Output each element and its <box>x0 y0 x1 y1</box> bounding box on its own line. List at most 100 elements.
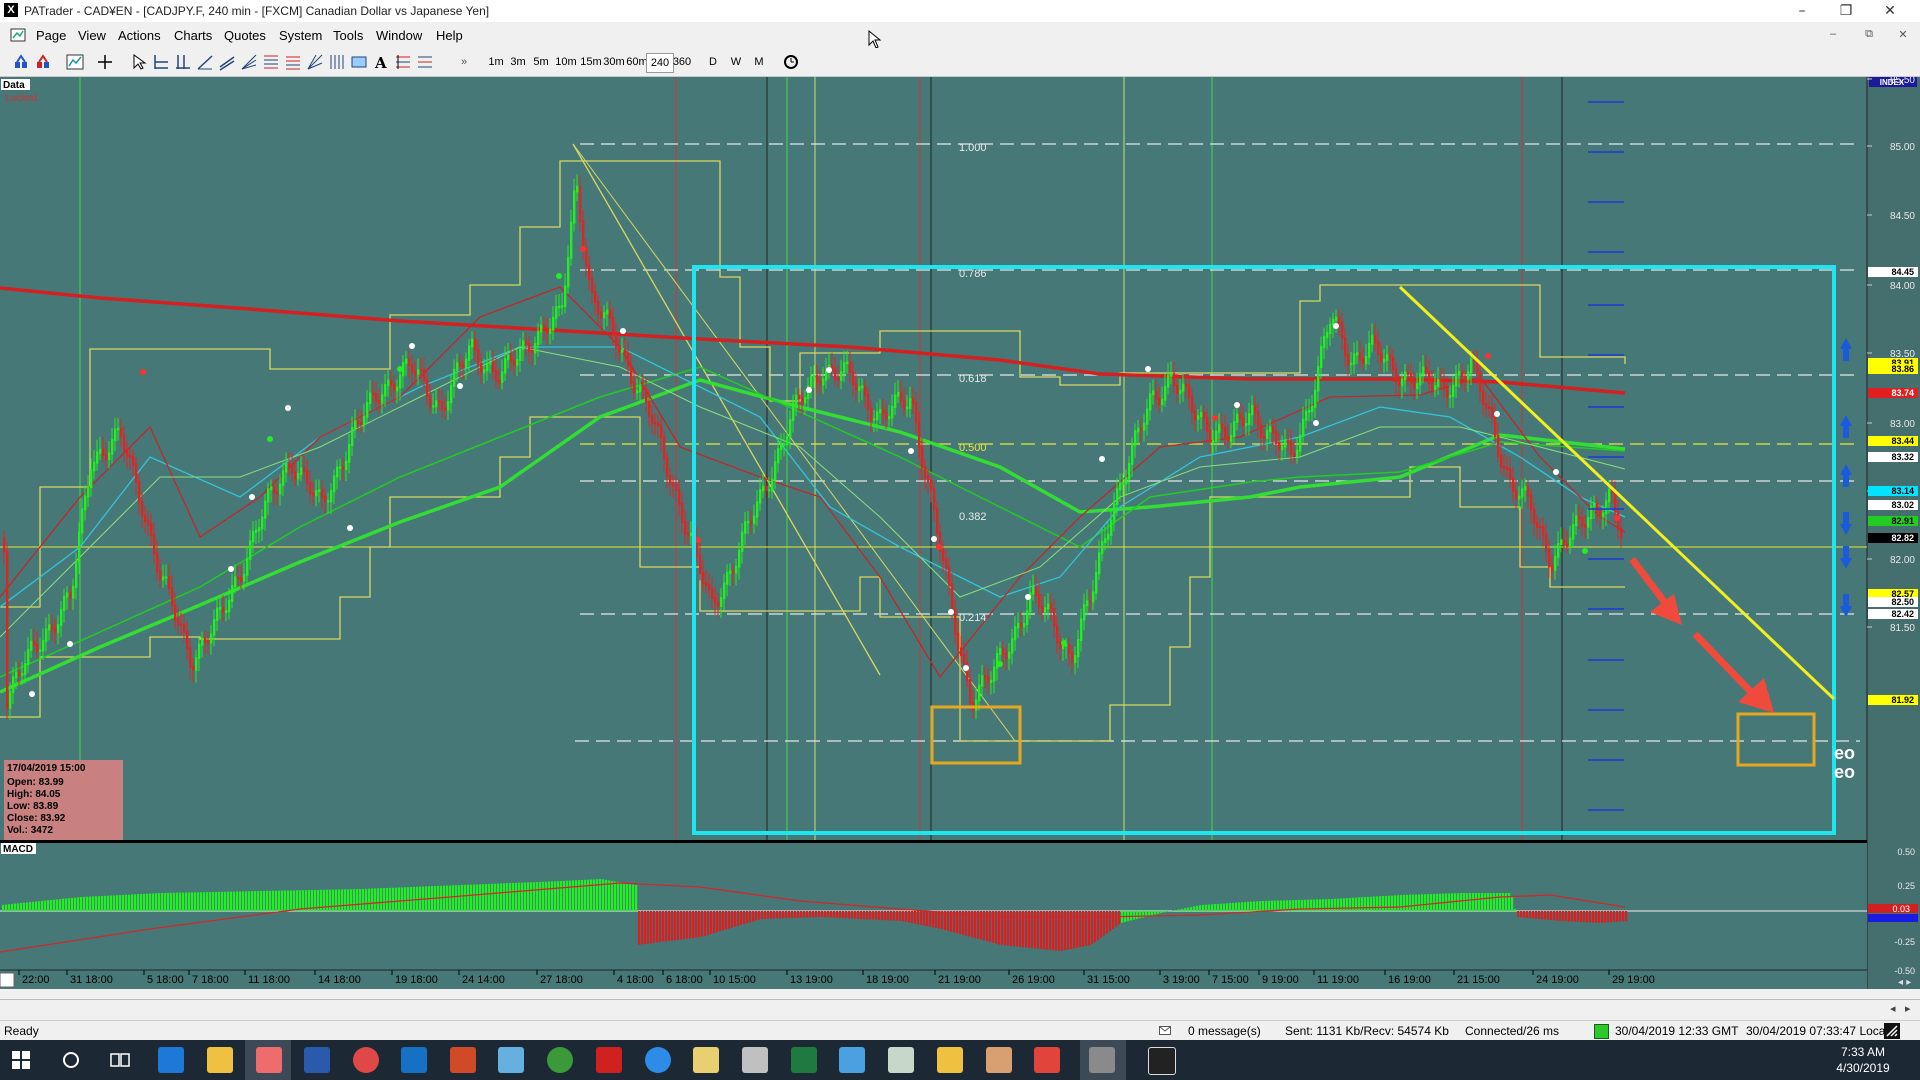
task-view-icon[interactable] <box>110 1051 130 1069</box>
timeframe-10m[interactable]: 10m <box>553 53 579 71</box>
macd-tick-label: 0.50 <box>1897 847 1915 857</box>
screenshot-icon[interactable] <box>888 1047 914 1073</box>
word-icon[interactable] <box>304 1047 330 1073</box>
file-explorer-icon[interactable] <box>207 1047 233 1073</box>
channel-tool-icon[interactable] <box>218 53 236 71</box>
folder-search-icon[interactable] <box>937 1047 963 1073</box>
ic-app-icon[interactable] <box>1148 1047 1176 1075</box>
chrome-icon[interactable] <box>353 1047 379 1073</box>
tabs-scroll-left-icon[interactable]: ◂ <box>1890 1002 1896 1015</box>
sticky-notes-icon[interactable] <box>693 1047 719 1073</box>
time-axis-label: 5 18:00 <box>147 974 184 986</box>
restore-button[interactable]: ❐ <box>1826 2 1866 20</box>
menu-window[interactable]: Window <box>376 28 422 43</box>
menu-quotes[interactable]: Quotes <box>224 28 266 43</box>
timeframe-5m[interactable]: 5m <box>530 53 552 71</box>
menu-actions[interactable]: Actions <box>118 28 161 43</box>
timeframe-1m[interactable]: 1m <box>486 53 506 71</box>
toolbar-more-button[interactable]: » <box>458 53 470 71</box>
price-chart[interactable]: 1.000 0.786 0.618 0.500 0.382 0.214 eo e… <box>0 77 1920 989</box>
crosshair-icon[interactable] <box>96 53 114 71</box>
time-axis-label: 6 18:00 <box>666 974 703 986</box>
data-label[interactable]: Data <box>3 80 25 91</box>
chart-menu-icon[interactable] <box>10 27 26 43</box>
resize-grip-icon[interactable] <box>1884 1023 1900 1039</box>
mail-icon[interactable] <box>1159 1026 1171 1035</box>
time-axis-label: 7 18:00 <box>192 974 229 986</box>
window-app-icon[interactable] <box>1089 1047 1115 1073</box>
time-axis-label: 16 19:00 <box>1388 974 1431 986</box>
menu-charts[interactable]: Charts <box>174 28 212 43</box>
cycle-lines-icon[interactable] <box>328 53 346 71</box>
outlook-icon[interactable] <box>401 1047 427 1073</box>
excel-icon[interactable] <box>791 1047 817 1073</box>
fibonacci-tool-icon[interactable] <box>262 53 280 71</box>
mdi-minimize-button[interactable]: – <box>1822 28 1844 42</box>
timeframe-360[interactable]: 360 <box>669 53 695 71</box>
windows-start-icon[interactable] <box>12 1051 30 1069</box>
status-traffic: Sent: 1131 Kb/Recv: 54574 Kb <box>1285 1024 1449 1038</box>
link-blue-icon[interactable] <box>12 53 30 71</box>
fan-tool-icon[interactable] <box>240 53 258 71</box>
menu-tools[interactable]: Tools <box>333 28 363 43</box>
gann-tool-icon[interactable] <box>306 53 324 71</box>
period-daily[interactable]: D <box>706 53 720 71</box>
time-axis-label: 13 19:00 <box>790 974 833 986</box>
speed-lines-icon[interactable] <box>416 53 434 71</box>
calculator-icon[interactable] <box>742 1047 768 1073</box>
price-tag-label: 82.91 <box>1891 516 1914 526</box>
fib-extension-icon[interactable] <box>284 53 302 71</box>
menu-help[interactable]: Help <box>436 28 463 43</box>
mdi-restore-button[interactable]: ⧉ <box>1858 28 1880 42</box>
trendline-tool-icon[interactable] <box>196 53 214 71</box>
period-monthly[interactable]: M <box>752 53 766 71</box>
vertical-line-tool-icon[interactable] <box>174 53 192 71</box>
menu-view[interactable]: View <box>78 28 106 43</box>
macd-tick-label: 0.25 <box>1897 881 1915 891</box>
time-axis-label: 21 19:00 <box>938 974 981 986</box>
scroll-arrows-icon[interactable]: ◂ ▸ <box>1898 977 1911 988</box>
text-tool-icon[interactable]: A <box>372 53 390 71</box>
clock-date: 4/30/2019 <box>1836 1061 1890 1075</box>
rectangle-tool-icon[interactable] <box>350 53 368 71</box>
price-tag-label: 83.74 <box>1891 388 1914 398</box>
trading-app-icon[interactable] <box>547 1047 573 1073</box>
period-weekly[interactable]: W <box>729 53 743 71</box>
paint-icon[interactable] <box>986 1047 1012 1073</box>
close-button[interactable]: ✕ <box>1870 2 1910 20</box>
red-app-icon[interactable] <box>596 1047 622 1073</box>
tabs-scroll-right-icon[interactable]: ▸ <box>1905 1002 1911 1015</box>
link-red-icon[interactable] <box>34 53 52 71</box>
clock-time: 7:33 AM <box>1840 1045 1886 1059</box>
connection-status-icon <box>1594 1024 1609 1039</box>
status-ready: Ready <box>4 1024 39 1038</box>
status-gmt: 30/04/2019 12:33 GMT <box>1615 1024 1739 1038</box>
mdi-close-button[interactable]: ✕ <box>1892 28 1914 42</box>
menu-page[interactable]: Page <box>36 28 66 43</box>
time-axis-label: 27 18:00 <box>540 974 583 986</box>
menu-system[interactable]: System <box>279 28 322 43</box>
horizontal-line-tool-icon[interactable] <box>152 53 170 71</box>
pointer-icon[interactable] <box>130 53 148 71</box>
system-clock[interactable]: 7:33 AM 4/30/2019 <box>1818 1044 1908 1076</box>
snagit-icon[interactable] <box>1034 1047 1060 1073</box>
status-messages[interactable]: 0 message(s) <box>1188 1024 1261 1038</box>
notepad-icon[interactable] <box>498 1047 524 1073</box>
search-icon[interactable] <box>62 1051 80 1069</box>
timeframe-3m[interactable]: 3m <box>508 53 528 71</box>
info-vol: Vol.: 3472 <box>7 825 53 836</box>
andrews-fork-icon[interactable] <box>394 53 412 71</box>
zoom-icon[interactable] <box>645 1047 671 1073</box>
monitor-icon[interactable] <box>839 1047 865 1073</box>
new-chart-icon[interactable] <box>66 53 84 71</box>
time-axis-corner[interactable] <box>0 972 15 988</box>
patrader-app-icon[interactable] <box>256 1047 282 1073</box>
price-tick-label: 81.50 <box>1890 623 1915 634</box>
clock-icon[interactable] <box>782 53 800 71</box>
powerpoint-icon[interactable] <box>450 1047 476 1073</box>
time-axis-label: 22:00 <box>22 974 50 986</box>
edge-icon[interactable] <box>158 1047 184 1073</box>
minimize-button[interactable]: – <box>1782 2 1822 20</box>
chart-area[interactable]: 1.000 0.786 0.618 0.500 0.382 0.214 eo e… <box>0 77 1920 989</box>
toolbar: A » 1m 3m 5m 10m 15m 30m 60m 240 360 D W… <box>0 48 1920 77</box>
